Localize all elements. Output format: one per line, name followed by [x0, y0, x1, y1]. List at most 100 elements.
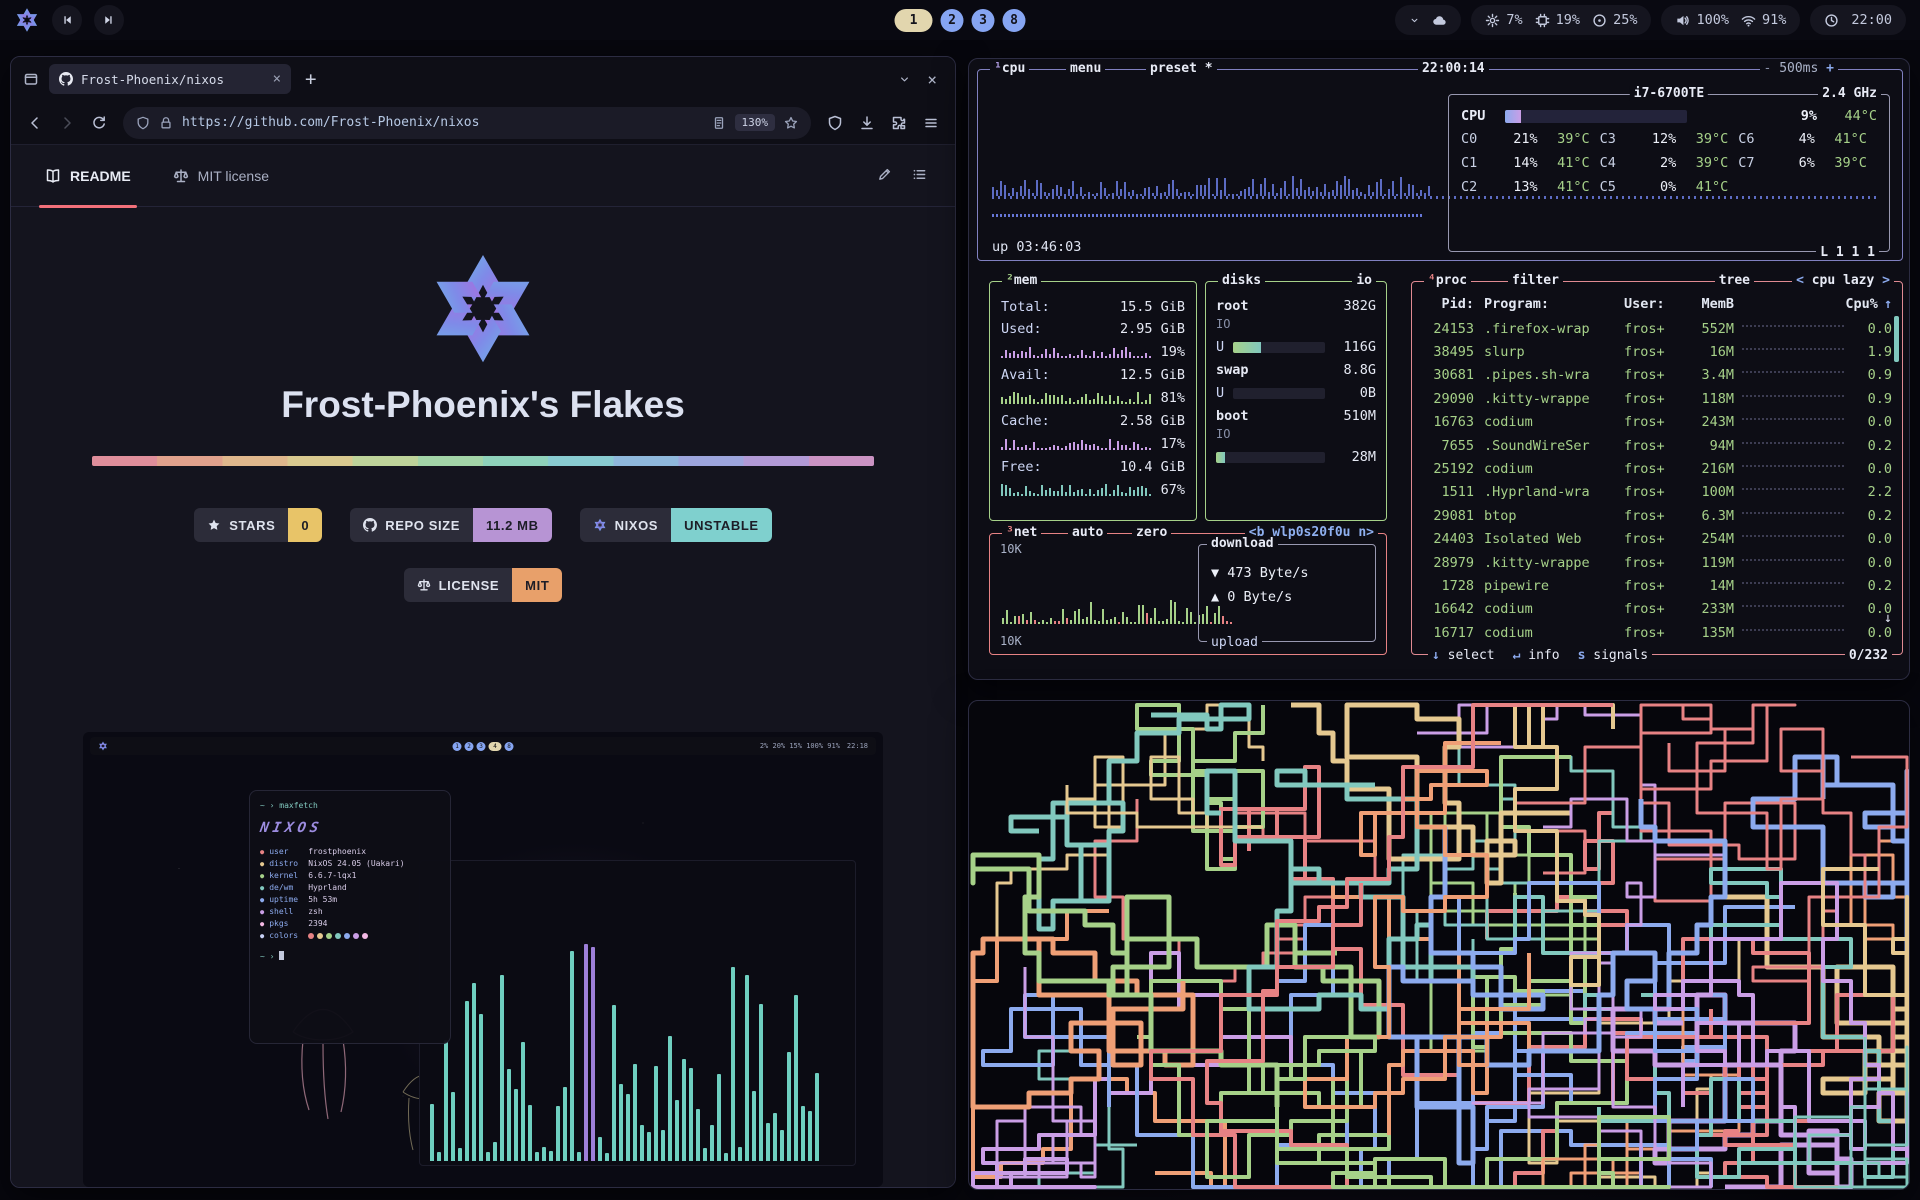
preview-workspace-1: 1: [453, 742, 462, 751]
disks-io-toggle[interactable]: io: [1352, 273, 1376, 288]
flakes-snowflake-logo: [423, 249, 543, 368]
btop-update-rate[interactable]: - 500ms +: [1760, 61, 1838, 76]
process-row-29081[interactable]: 29081btopfros+6.3M0.2: [1422, 504, 1892, 527]
net-auto-button[interactable]: auto: [1068, 525, 1107, 540]
tab-license[interactable]: MIT license: [167, 145, 275, 207]
sort-arrow-icon: ↑: [1884, 296, 1892, 312]
edit-icon[interactable]: [877, 167, 892, 185]
pipes-screensaver: [969, 701, 1910, 1190]
process-row-1511[interactable]: 1511.Hyprland-wrafros+100M2.2: [1422, 481, 1892, 504]
tab-readme[interactable]: README: [39, 145, 137, 207]
back-icon[interactable]: [27, 115, 43, 131]
workspace-switcher: 1238: [895, 0, 1026, 40]
workspace-1[interactable]: 1: [895, 9, 933, 32]
proc-box-title: ⁴proc: [1424, 273, 1471, 288]
extension-shield-icon[interactable]: [827, 115, 843, 131]
disk-root: root382G: [1216, 295, 1376, 317]
proc-tree-button[interactable]: tree: [1715, 273, 1754, 288]
core-C6: C64%41°C: [1738, 131, 1877, 147]
tracking-shield-icon[interactable]: [136, 116, 150, 130]
law-icon: [173, 168, 189, 184]
process-row-16763[interactable]: 16763codiumfros+243M0.0: [1422, 411, 1892, 434]
footer-key-signals[interactable]: s signals: [1578, 648, 1648, 663]
core-C2: C213%41°C: [1461, 179, 1600, 195]
workspace-3[interactable]: 3: [972, 9, 995, 32]
outline-icon[interactable]: [912, 167, 927, 185]
process-row-16717[interactable]: 16717codiumfros+135M0.0: [1422, 621, 1892, 644]
process-row-7655[interactable]: 7655.SoundWireSerfros+94M0.2: [1422, 434, 1892, 457]
badge-repo-size[interactable]: REPO SIZE11.2 MB: [350, 508, 551, 542]
new-tab-button[interactable]: +: [301, 68, 320, 90]
nixos-logo[interactable]: [14, 7, 40, 33]
workspace-8[interactable]: 8: [1003, 9, 1026, 32]
process-row-28979[interactable]: 28979.kitty-wrappefros+119M0.0: [1422, 551, 1892, 574]
navigation-bar: https://github.com/Frost-Phoenix/nixos 1…: [11, 101, 955, 145]
forward-icon[interactable]: [59, 115, 75, 131]
music-visualizer: [419, 860, 856, 1166]
proc-sort-selector[interactable]: < cpu lazy >: [1792, 273, 1894, 288]
desktop: 1238 7%19%25% 100% 91% 22:00: [0, 0, 1920, 1200]
tab-close-icon[interactable]: ×: [273, 71, 281, 87]
license-badge-row: LICENSEMIT: [404, 568, 563, 602]
stat-gear[interactable]: 7%: [1485, 12, 1522, 28]
btop-window[interactable]: ¹cpu menu preset * 22:00:14 - 500ms + up…: [968, 58, 1910, 680]
upload-rate: ▲ 0 Byte/s: [1211, 589, 1375, 605]
bookmark-star-icon[interactable]: [784, 116, 798, 130]
downloads-icon[interactable]: [859, 115, 875, 131]
disk-swap: swap8.8G: [1216, 359, 1376, 381]
firefox-window[interactable]: Frost-Phoenix/nixos × + × https://github…: [10, 56, 956, 1188]
stat-chip[interactable]: 19%: [1535, 12, 1580, 28]
window-close-icon[interactable]: ×: [921, 70, 943, 89]
extensions-icon[interactable]: [891, 115, 907, 131]
reload-icon[interactable]: [91, 115, 107, 131]
page-title: Frost-Phoenix's Flakes: [281, 384, 685, 426]
process-row-24153[interactable]: 24153.firefox-wrapfros+552M0.0: [1422, 317, 1892, 340]
process-row-25192[interactable]: 25192codiumfros+216M0.0: [1422, 457, 1892, 480]
net-zero-button[interactable]: zero: [1132, 525, 1171, 540]
volume-indicator[interactable]: 100%: [1675, 12, 1729, 28]
url-bar[interactable]: https://github.com/Frost-Phoenix/nixos 1…: [123, 107, 811, 139]
mem-row-cache: Cache:2.58 GiB: [1001, 410, 1185, 432]
load-average: L 1 1 1: [1816, 245, 1879, 260]
process-row-30681[interactable]: 30681.pipes.sh-wrafros+3.4M0.9: [1422, 364, 1892, 387]
media-prev-button[interactable]: [52, 5, 82, 35]
workspace-2[interactable]: 2: [941, 9, 964, 32]
process-row-1728[interactable]: 1728pipewirefros+14M0.2: [1422, 574, 1892, 597]
zoom-level[interactable]: 130%: [735, 114, 776, 131]
badge-license[interactable]: LICENSEMIT: [404, 568, 563, 602]
cpu-graph-baseline-2: [992, 214, 1424, 217]
scroll-down-icon[interactable]: ↓: [1884, 610, 1892, 626]
proc-table-header[interactable]: Pid: Program: User: MemB Cpu% ↑: [1422, 293, 1892, 315]
clock-widget[interactable]: 22:00: [1810, 5, 1906, 35]
app-menu-icon[interactable]: [923, 115, 939, 131]
reader-mode-icon[interactable]: [712, 116, 726, 130]
mem-box-title: ²mem: [1002, 273, 1041, 288]
proc-scrollbar-thumb[interactable]: [1894, 316, 1899, 362]
stat-disk[interactable]: 25%: [1592, 12, 1637, 28]
proc-filter-button[interactable]: filter: [1508, 273, 1563, 288]
footer-key-select[interactable]: ↓ select: [1432, 648, 1495, 663]
process-row-38495[interactable]: 38495slurpfros+16M1.9: [1422, 340, 1892, 363]
btop-menu-button[interactable]: menu: [1066, 61, 1105, 76]
cpu-history-graph: [992, 166, 1432, 196]
process-row-16642[interactable]: 16642codiumfros+233M0.0: [1422, 598, 1892, 621]
list-tabs-icon[interactable]: [898, 73, 911, 86]
badge-stars[interactable]: STARS0: [194, 508, 322, 542]
footer-key-info[interactable]: ↵ info: [1513, 648, 1560, 663]
badge-nixos[interactable]: NIXOSUNSTABLE: [580, 508, 772, 542]
cpu-total-row: CPU 9% 44°C: [1461, 108, 1877, 124]
pipes-terminal-window[interactable]: [968, 700, 1910, 1190]
cpu-box-title: ¹cpu: [990, 61, 1029, 76]
process-row-29090[interactable]: 29090.kitty-wrappefros+118M0.9: [1422, 387, 1892, 410]
cpu-model: i7-6700TE: [1630, 86, 1708, 101]
process-row-24403[interactable]: 24403Isolated Webfros+254M0.0: [1422, 528, 1892, 551]
btop-preset-button[interactable]: preset *: [1146, 61, 1217, 76]
firefox-view-icon[interactable]: [23, 71, 39, 87]
cpu-core-box: i7-6700TE 2.4 GHz CPU 9% 44°C C021%39°CC…: [1448, 94, 1890, 252]
browser-tab[interactable]: Frost-Phoenix/nixos ×: [49, 64, 291, 94]
terminal-prompt: ~ › maxfetch: [260, 800, 440, 812]
media-next-button[interactable]: [94, 5, 124, 35]
wifi-indicator[interactable]: 91%: [1741, 12, 1786, 28]
fetch-row-uptime: ●uptime5h 53m: [260, 894, 440, 906]
weather-widget[interactable]: [1395, 5, 1461, 35]
